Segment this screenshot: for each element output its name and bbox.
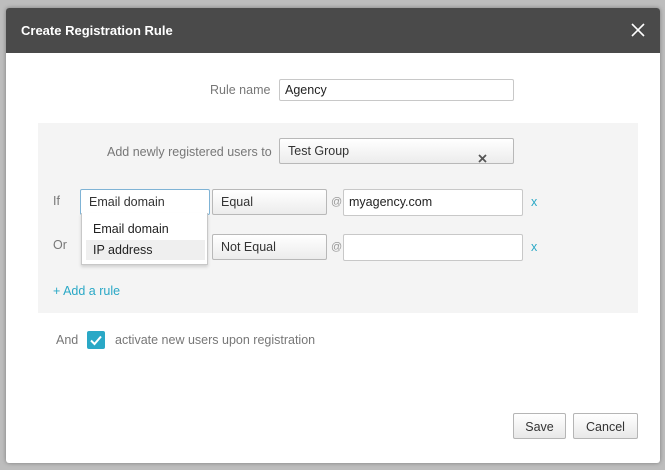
- dialog-titlebar: Create Registration Rule: [6, 8, 660, 53]
- create-registration-rule-dialog: Create Registration Rule Rule name Agenc…: [6, 8, 660, 463]
- activate-checkbox[interactable]: [87, 331, 105, 349]
- cancel-button[interactable]: Cancel: [573, 413, 638, 439]
- dropdown-option-email-domain[interactable]: Email domain: [86, 219, 205, 239]
- rule-prefix-if: If: [53, 194, 60, 208]
- close-icon[interactable]: [628, 20, 648, 40]
- dialog-title: Create Registration Rule: [21, 23, 173, 38]
- rule-value-input[interactable]: [343, 234, 523, 261]
- checkmark-icon: [90, 335, 102, 346]
- rule-name-label: Rule name: [210, 83, 271, 97]
- field-dropdown-menu: Email domain IP address: [81, 213, 208, 265]
- activate-label: activate new users upon registration: [115, 333, 316, 347]
- group-select[interactable]: Test Group: [279, 138, 514, 164]
- rule-operator-select[interactable]: Not Equal: [212, 234, 327, 260]
- at-sign: @: [331, 196, 343, 208]
- activate-prefix: And: [56, 333, 79, 347]
- add-rule-link[interactable]: + Add a rule: [53, 284, 120, 298]
- remove-rule-button[interactable]: x: [531, 195, 537, 209]
- rule-field-select[interactable]: Email domain: [80, 189, 210, 215]
- remove-rule-button[interactable]: x: [531, 240, 537, 254]
- at-sign: @: [331, 241, 343, 253]
- group-select-value: Test Group: [288, 144, 350, 158]
- rule-operator-select[interactable]: Equal: [212, 189, 327, 215]
- clear-x-icon[interactable]: [478, 147, 487, 171]
- rule-prefix-or: Or: [53, 238, 67, 252]
- dropdown-option-ip-address[interactable]: IP address: [86, 240, 205, 260]
- save-button[interactable]: Save: [513, 413, 566, 439]
- group-label: Add newly registered users to: [107, 145, 272, 159]
- rule-name-input[interactable]: Agency: [279, 79, 514, 101]
- rule-value-input[interactable]: myagency.com: [343, 189, 523, 216]
